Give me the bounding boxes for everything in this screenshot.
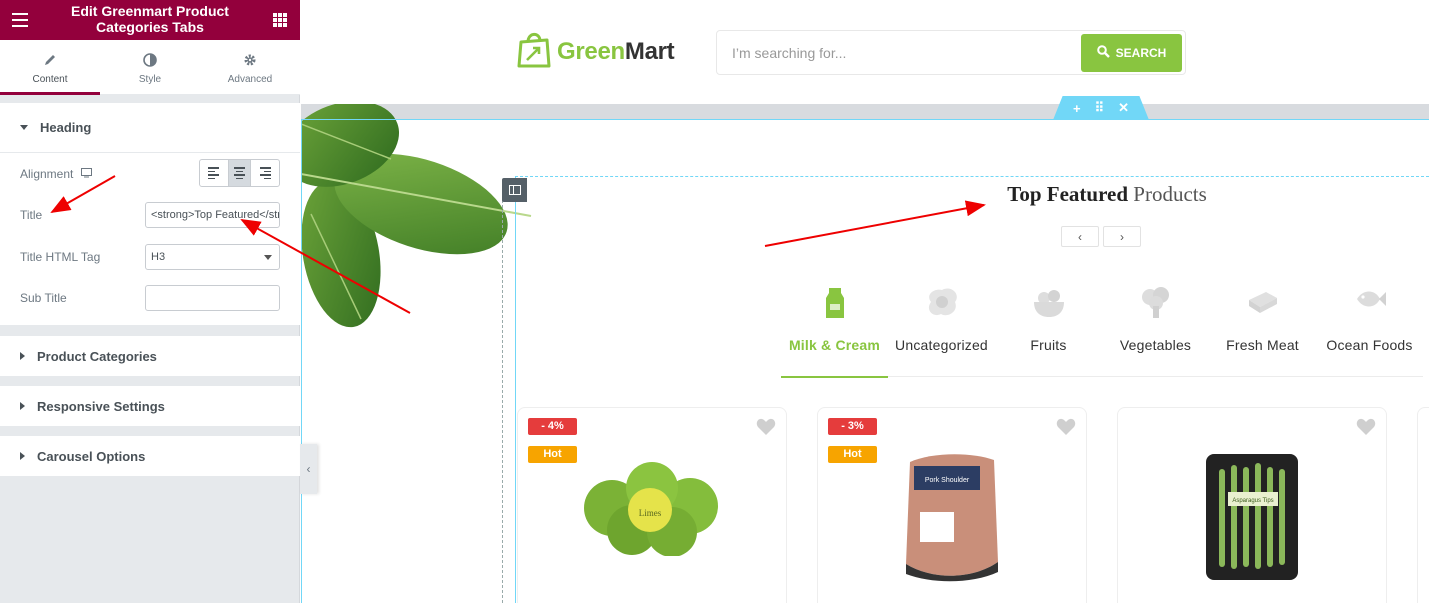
widgets-grid-icon[interactable]	[273, 13, 287, 27]
tab-style[interactable]: Style	[100, 40, 200, 94]
category-tab-milk-cream[interactable]: Milk & Cream	[781, 284, 888, 378]
caret-right-icon	[20, 352, 25, 360]
svg-text:Pork Shoulder: Pork Shoulder	[925, 477, 970, 484]
product-card[interactable]: Asparagus Tips	[1117, 407, 1387, 603]
svg-text:Limes: Limes	[639, 508, 662, 518]
category-tabs: Milk & Cream Uncategorized Fruits Vegeta…	[781, 284, 1423, 378]
alignment-label: Alignment	[20, 167, 74, 181]
column-divider	[502, 200, 503, 603]
discount-badge: - 3%	[828, 418, 877, 435]
subtitle-input[interactable]	[145, 285, 280, 311]
product-card[interactable]	[1417, 407, 1429, 603]
category-tab-vegetables[interactable]: Vegetables	[1102, 284, 1209, 377]
limes-bag-image: Limes	[518, 448, 786, 556]
milk-carton-icon	[781, 286, 888, 326]
section-handle: + ⠿ ✕	[1053, 96, 1149, 120]
shopping-bag-icon	[517, 30, 551, 73]
asparagus-tray-image: Asparagus Tips	[1118, 452, 1386, 582]
alignment-buttons	[199, 159, 280, 187]
responsive-settings-section[interactable]: Responsive Settings	[0, 386, 300, 426]
fruit-bowl-icon	[995, 286, 1102, 326]
editor-panel: Edit Greenmart Product Categories Tabs C…	[0, 0, 300, 603]
chevron-down-icon	[264, 255, 272, 260]
alignment-control: Alignment	[20, 167, 93, 181]
heading-section-toggle[interactable]: Heading	[0, 103, 300, 153]
pencil-icon	[0, 53, 100, 69]
heart-icon[interactable]	[756, 418, 776, 441]
category-tab-uncategorized[interactable]: Uncategorized	[888, 284, 995, 377]
search-input[interactable]	[717, 31, 1077, 74]
title-tag-select[interactable]: H3	[145, 244, 280, 270]
caret-right-icon	[20, 452, 25, 460]
chevron-left-icon[interactable]: ‹	[1061, 226, 1099, 247]
heading-light: Products	[1128, 182, 1207, 206]
section-label: Carousel Options	[37, 448, 146, 464]
heart-icon[interactable]	[1056, 418, 1076, 441]
fish-icon	[1316, 286, 1423, 326]
caret-right-icon	[20, 402, 25, 410]
drag-handle-icon[interactable]: ⠿	[1095, 100, 1105, 116]
pork-shoulder-image: Pork Shoulder	[818, 452, 1086, 582]
heading-strong: Top Featured	[1007, 182, 1129, 206]
half-circle-icon	[100, 53, 200, 69]
tab-label: Advanced	[227, 74, 273, 85]
sandwich-icon	[1209, 286, 1316, 326]
site-logo[interactable]: GreenMart	[517, 30, 675, 73]
search-bar: SEARCH	[716, 30, 1186, 75]
caret-down-icon	[20, 125, 28, 130]
panel-tabs: Content Style Advanced	[0, 40, 300, 95]
align-left-button[interactable]	[200, 160, 230, 186]
section-label: Heading	[40, 120, 92, 135]
subtitle-label: Sub Title	[20, 291, 67, 305]
category-tab-fruits[interactable]: Fruits	[995, 284, 1102, 377]
collapse-panel-button[interactable]: ‹	[300, 444, 317, 494]
add-section-icon[interactable]: +	[1073, 101, 1081, 116]
product-card[interactable]: - 4% Hot Limes	[517, 407, 787, 603]
title-tag-label: Title HTML Tag	[20, 250, 101, 264]
menu-icon[interactable]	[12, 13, 28, 27]
preview-canvas: GreenMart SEARCH	[301, 0, 1429, 603]
search-icon	[1096, 45, 1110, 61]
title-label: Title	[20, 208, 43, 222]
category-tab-ocean-foods[interactable]: Ocean Foods	[1316, 284, 1423, 377]
svg-text:Asparagus Tips: Asparagus Tips	[1232, 498, 1273, 504]
carousel-nav: ‹ ›	[1061, 226, 1141, 247]
align-right-button[interactable]	[251, 160, 279, 186]
section-label: Responsive Settings	[37, 398, 165, 414]
egg-icon	[888, 286, 995, 326]
panel-title: Edit Greenmart Product Categories Tabs	[71, 3, 229, 35]
heart-icon[interactable]	[1356, 418, 1376, 441]
discount-badge: - 4%	[528, 418, 577, 435]
tab-label: Content	[32, 74, 68, 85]
product-categories-section[interactable]: Product Categories	[0, 336, 300, 376]
title-tag-value: H3	[151, 251, 166, 263]
gear-icon	[200, 53, 300, 69]
close-icon[interactable]: ✕	[1118, 100, 1129, 116]
panel-header: Edit Greenmart Product Categories Tabs	[0, 0, 300, 40]
chevron-right-icon[interactable]: ›	[1103, 226, 1141, 247]
search-button[interactable]: SEARCH	[1081, 34, 1182, 72]
broccoli-icon	[1102, 286, 1209, 326]
product-card[interactable]: - 3% Hot Pork Shoulder	[817, 407, 1087, 603]
column-handle-icon[interactable]	[502, 178, 527, 202]
widget-heading: Top Featured Products	[901, 182, 1313, 207]
tab-advanced[interactable]: Advanced	[200, 40, 300, 94]
carousel-options-section[interactable]: Carousel Options	[0, 436, 300, 476]
tab-content[interactable]: Content	[0, 40, 100, 95]
section-label: Product Categories	[37, 348, 157, 364]
chevron-left-icon: ‹	[306, 462, 311, 476]
align-center-button[interactable]	[229, 160, 251, 186]
logo-text: GreenMart	[557, 37, 675, 65]
tab-label: Style	[138, 74, 162, 85]
desktop-icon[interactable]	[81, 167, 93, 181]
category-tab-fresh-meat[interactable]: Fresh Meat	[1209, 284, 1316, 377]
title-input[interactable]: <strong>Top Featured</strong> Products	[145, 202, 280, 228]
